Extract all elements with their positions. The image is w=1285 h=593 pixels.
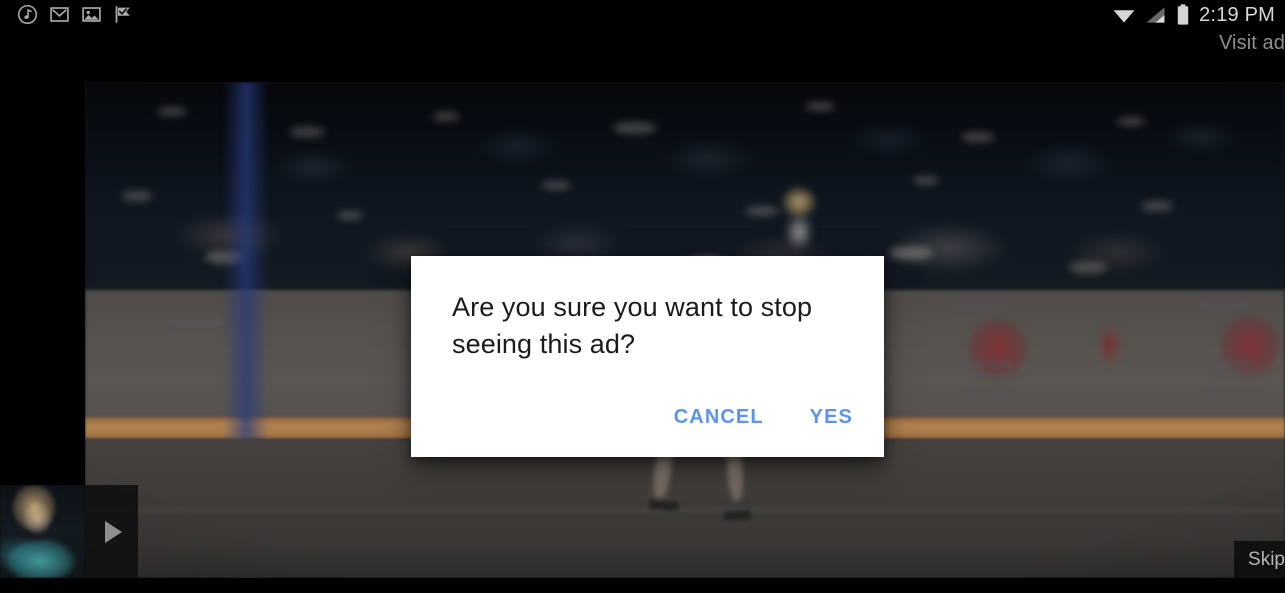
rink-board-text xyxy=(967,392,1013,398)
crowd-highlight xyxy=(961,131,995,142)
cancel-button[interactable]: CANCEL xyxy=(661,399,777,436)
gmail-icon xyxy=(50,7,69,22)
status-bar-clock: 2:19 PM xyxy=(1199,4,1275,26)
dialog-message: Are you sure you want to stop seeing thi… xyxy=(452,292,813,359)
crowd-highlight xyxy=(289,126,325,137)
rink-board-text xyxy=(973,372,1017,378)
wifi-icon xyxy=(1113,10,1135,23)
android-screen: 2:19 PM Visit ad Are you sure you want t… xyxy=(0,0,1285,593)
crowd-highlight xyxy=(805,101,835,111)
crowd-highlight xyxy=(889,245,933,260)
rink-sponsor-logo xyxy=(967,317,1029,380)
music-note-icon xyxy=(17,4,38,25)
video-thumbnail[interactable] xyxy=(0,485,85,578)
thumbnail-image xyxy=(0,485,85,578)
crowd-highlight xyxy=(613,121,657,134)
crowd-highlight xyxy=(1141,201,1173,212)
rink-board-text xyxy=(1213,360,1251,366)
spectator-figure xyxy=(775,186,823,261)
ice-line xyxy=(85,508,1285,512)
crowd-highlight xyxy=(337,210,363,220)
status-bar-system-icons: 2:19 PM xyxy=(1112,2,1275,28)
ice-skate xyxy=(723,510,752,521)
visit-ad-label[interactable]: Visit ad xyxy=(1219,32,1285,55)
status-bar-notification-icons xyxy=(17,4,134,25)
play-button[interactable] xyxy=(85,485,138,578)
crowd-highlight xyxy=(433,111,459,121)
yes-button[interactable]: YES xyxy=(797,399,866,436)
rink-board-text xyxy=(1198,301,1249,307)
battery-icon xyxy=(1177,4,1189,25)
checkmark-flag-icon xyxy=(115,6,130,23)
crowd-highlight xyxy=(745,206,779,216)
rink-board-text xyxy=(169,320,223,326)
rink-board-text xyxy=(949,302,1007,308)
rink-sponsor-logo xyxy=(1219,315,1281,378)
status-bar: 2:19 PM xyxy=(0,0,1285,30)
rink-board-text xyxy=(1213,371,1255,377)
dialog-action-row: CANCEL YES xyxy=(661,399,866,436)
rink-board-text xyxy=(973,362,1013,368)
skip-ad-button[interactable]: Skip xyxy=(1234,541,1285,578)
rink-board-text xyxy=(1207,391,1259,397)
crowd-highlight xyxy=(157,106,187,116)
stop-seeing-ad-dialog: Are you sure you want to stop seeing thi… xyxy=(411,256,884,457)
cellular-signal-icon xyxy=(1146,7,1165,23)
photo-icon xyxy=(82,7,101,22)
play-icon xyxy=(105,520,122,543)
